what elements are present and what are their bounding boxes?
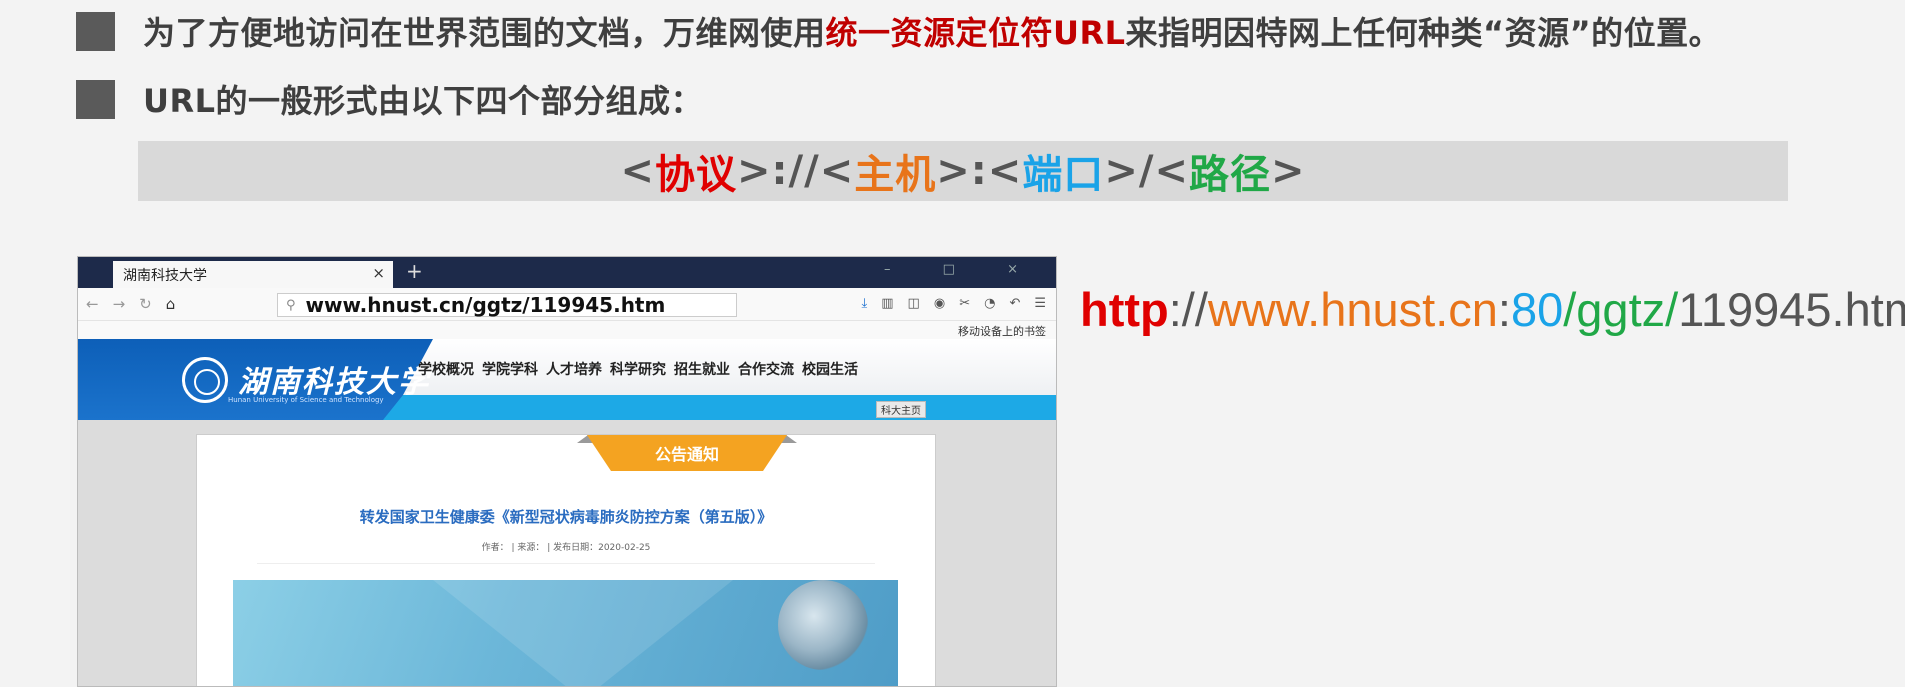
article-banner-image [233,580,898,686]
menu-icon[interactable]: ☰ [1034,296,1046,311]
bullet-highlight: 统一资源定位符URL [825,14,1126,52]
nav-item-education[interactable]: 人才培养 [546,359,602,379]
nav-item-cooperation[interactable]: 合作交流 [738,359,794,379]
header-cyan-bar [383,395,1056,420]
bullet-text-part: 为了方便地访问在世界范围的文档，万维网使用 [143,14,826,52]
browser-tab[interactable]: 湖南科技大学 × [113,261,393,288]
back-icon[interactable]: ← [86,295,99,313]
site-subtitle: Hunan University of Science and Technolo… [228,396,384,404]
browser-screenshot: 湖南科技大学 × + – □ × ← → ↻ ⌂ ⚲ www.hnust.cn/… [77,256,1057,687]
url-file: 119945.htm [1678,283,1905,336]
nav-item-campus-life[interactable]: 校园生活 [802,359,858,379]
format-port: 端口 [1022,152,1105,198]
nav-item-admissions[interactable]: 招生就业 [674,359,730,379]
download-icon[interactable]: ⤓ [862,296,868,311]
new-tab-icon[interactable]: + [406,259,423,283]
tab-close-icon[interactable]: × [372,264,385,282]
url-separator: :// [1168,283,1208,336]
url-host: www.hnust.cn [1207,283,1498,336]
article-meta: 作者： | 来源： | 发布日期：2020-02-25 [481,543,651,553]
page-content: 公告通知 转发国家卫生健康委《新型冠状病毒肺炎防控方案（第五版）》 作者： | … [78,420,1056,686]
bullet-text-part: 来指明因特网上任何种类“资源”的位置。 [1125,14,1722,52]
mobile-bookmarks-link[interactable]: 移动设备上的书签 [958,323,1046,339]
university-logo[interactable] [182,357,228,403]
article-title: 转发国家卫生健康委《新型冠状病毒肺炎防控方案（第五版）》 [359,508,773,526]
bullet-square-icon [76,11,115,51]
format-bracket: > [1270,148,1306,194]
format-path: 路径 [1188,152,1271,198]
format-host: 主机 [854,152,937,198]
url-format-band: < 协议 >://< 主机 >:< 端口 >/< 路径 > [138,141,1788,201]
home-page-button[interactable]: 科大主页 [876,401,926,418]
site-header: 湖南科技大学 Hunan University of Science and T… [78,339,1056,420]
screenshot-icon[interactable]: ✂ [959,296,970,311]
window-controls[interactable]: – □ × [884,262,1042,277]
library-icon[interactable]: ▥ [881,296,893,311]
nav-item-research[interactable]: 科学研究 [610,359,666,379]
reload-icon[interactable]: ↻ [139,295,152,313]
browser-titlebar: 湖南科技大学 × + – □ × [78,257,1056,288]
address-bar-url[interactable]: www.hnust.cn/ggtz/119945.htm [306,293,666,317]
nav-item-colleges[interactable]: 学院学科 [482,359,538,379]
bullet-text: URL的一般形式由以下四个部分组成： [143,82,704,120]
url-scheme: http [1080,283,1169,336]
url-port: 80 [1510,283,1564,336]
bullet-url-form: URL的一般形式由以下四个部分组成： [76,76,703,122]
format-bracket: < [620,148,656,194]
url-separator: : [1497,283,1511,336]
site-name: 湖南科技大学 [238,365,430,400]
browser-toolbar: ← → ↻ ⌂ ⚲ www.hnust.cn/ggtz/119945.htm ⤓… [78,288,1056,321]
tab-title: 湖南科技大学 [123,267,207,284]
search-icon: ⚲ [286,297,296,313]
comment-icon[interactable]: ◔ [984,296,995,311]
account-icon[interactable]: ◉ [934,296,945,311]
toolbar-right-icons: ⤓ ▥ ◫ ◉ ✂ ◔ ↶ ☰ [862,296,1047,311]
bullet-text: 为了方便地访问在世界范围的文档，万维网使用统一资源定位符URL来指明因特网上任何… [143,8,1721,54]
slide: 为了方便地访问在世界范围的文档，万维网使用统一资源定位符URL来指明因特网上任何… [0,0,1905,687]
format-separator: >://< [737,148,855,194]
forward-icon[interactable]: → [113,295,126,313]
bullet-square-icon [76,79,115,119]
site-nav: 学校概况 学院学科 人才培养 科学研究 招生就业 合作交流 校园生活 [418,359,858,379]
banner-shape [433,580,733,686]
format-separator: >/< [1104,148,1189,194]
nav-buttons: ← → ↻ ⌂ [86,295,175,313]
notice-ribbon: 公告通知 [587,435,787,471]
bookmarks-bar: 移动设备上的书签 [78,321,1056,339]
url-path: /ggtz/ [1563,283,1679,336]
reply-icon[interactable]: ↶ [1009,296,1020,311]
address-bar[interactable]: ⚲ www.hnust.cn/ggtz/119945.htm [277,293,737,317]
virus-image [778,580,868,670]
nav-item-overview[interactable]: 学校概况 [418,359,474,379]
sidebar-icon[interactable]: ◫ [908,296,920,311]
divider [257,563,875,564]
annotated-url: http://www.hnust.cn:80/ggtz/119945.htm [1080,282,1905,337]
format-separator: >:< [936,148,1023,194]
format-protocol: 协议 [655,152,738,198]
home-icon[interactable]: ⌂ [166,295,176,313]
bullet-url-purpose: 为了方便地访问在世界范围的文档，万维网使用统一资源定位符URL来指明因特网上任何… [76,8,1721,54]
